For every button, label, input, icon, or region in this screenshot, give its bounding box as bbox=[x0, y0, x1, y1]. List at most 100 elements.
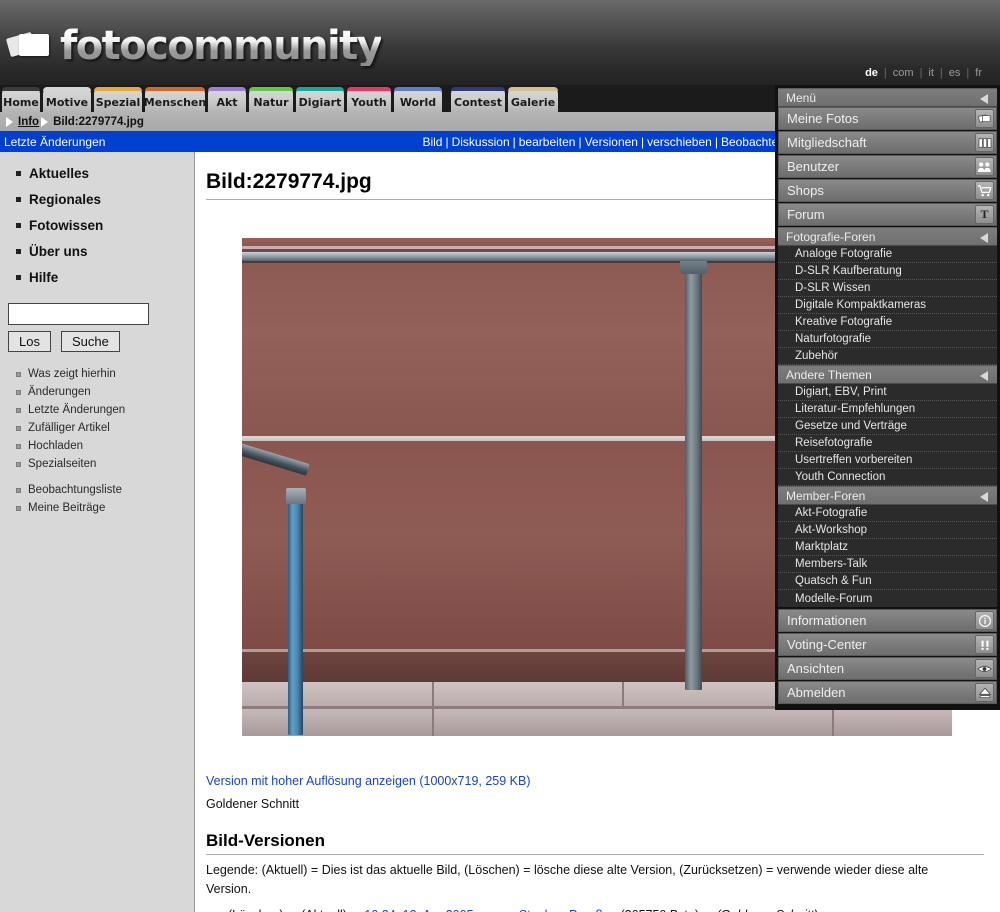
sidebar-link-letzte-aenderungen[interactable]: Letzte Änderungen bbox=[8, 404, 186, 416]
bullet-icon bbox=[16, 389, 21, 395]
submenu-members-talk[interactable]: Members-Talk bbox=[778, 556, 997, 573]
bullet-icon bbox=[16, 505, 21, 511]
submenu-usertreffen-vorbereiten[interactable]: Usertreffen vorbereiten bbox=[778, 452, 997, 469]
version-timestamp[interactable]: 10:34, 13. Apr 2005 bbox=[364, 908, 473, 912]
photo-right-post bbox=[685, 260, 702, 690]
site-logo[interactable]: fotocommunity bbox=[5, 26, 383, 66]
sidebar-link-beobachtungsliste[interactable]: Beobachtungsliste bbox=[8, 484, 186, 496]
submenu-dslr-kaufberatung[interactable]: D-SLR Kaufberatung bbox=[778, 263, 997, 280]
submenu-gesetze-und-vertraege[interactable]: Gesetze und Verträge bbox=[778, 418, 997, 435]
menu-group-label: Fotografie-Foren bbox=[786, 229, 876, 244]
submenu-zubehoer[interactable]: Zubehör bbox=[778, 348, 997, 365]
bullet-icon bbox=[16, 461, 21, 467]
menu-label: Informationen bbox=[787, 613, 867, 628]
sidebar-link-hochladen[interactable]: Hochladen bbox=[8, 440, 186, 452]
menu-item-ansichten[interactable]: Ansichten bbox=[778, 657, 997, 680]
menu-label: Ansichten bbox=[787, 661, 845, 676]
lang-es[interactable]: es bbox=[943, 67, 967, 79]
tab-menschen[interactable]: Menschen bbox=[144, 87, 206, 112]
menu-group-fotografie-foren[interactable]: Fotografie-Foren bbox=[778, 227, 997, 246]
submenu-modelle-forum[interactable]: Modelle-Forum bbox=[778, 590, 997, 607]
sidebar-item-ueber-uns[interactable]: Über uns bbox=[8, 244, 186, 259]
sidebar-item-hilfe[interactable]: Hilfe bbox=[8, 270, 186, 285]
menu-item-abmelden[interactable]: Abmelden bbox=[778, 681, 997, 704]
breadcrumb-item-info[interactable]: Info bbox=[18, 116, 39, 128]
menu-group-andere-themen[interactable]: Andere Themen bbox=[778, 365, 997, 384]
action-link-bearbeiten[interactable]: bearbeiten bbox=[519, 135, 576, 149]
sidebar-search-buttons: Los Suche bbox=[8, 331, 186, 352]
search-button-sidebar[interactable]: Suche bbox=[60, 331, 120, 352]
tab-spezial[interactable]: Spezial bbox=[94, 87, 142, 112]
submenu-dslr-wissen[interactable]: D-SLR Wissen bbox=[778, 280, 997, 297]
submenu-youth-connection[interactable]: Youth Connection bbox=[778, 469, 997, 486]
tab-youth[interactable]: Youth bbox=[347, 87, 391, 112]
tab-motive[interactable]: Motive bbox=[43, 87, 91, 112]
lang-de[interactable]: de bbox=[859, 67, 884, 79]
sidebar-link-zufaelliger-artikel[interactable]: Zufälliger Artikel bbox=[8, 422, 186, 434]
sidebar-item-label: Fotowissen bbox=[29, 218, 104, 233]
submenu-quatsch-und-fun[interactable]: Quatsch & Fun bbox=[778, 573, 997, 590]
breadcrumb-arrow-1 bbox=[6, 116, 13, 127]
submenu-label: Akt-Workshop bbox=[795, 524, 868, 536]
submenu-label: Quatsch & Fun bbox=[795, 575, 872, 587]
submenu-naturfotografie[interactable]: Naturfotografie bbox=[778, 331, 997, 348]
sidebar-link-was-zeigt-hierhin[interactable]: Was zeigt hierhin bbox=[8, 368, 186, 380]
language-switcher[interactable]: de | com | it | es | fr bbox=[859, 67, 988, 79]
right-menu-panel: Menü Meine Fotos Mitgliedschaft Benutzer… bbox=[775, 85, 1000, 710]
menu-item-meine-fotos[interactable]: Meine Fotos bbox=[778, 107, 997, 130]
action-link-versionen[interactable]: Versionen bbox=[585, 135, 638, 149]
highres-version-link[interactable]: Version mit hoher Auflösung anzeigen (10… bbox=[206, 774, 984, 788]
menu-label: Forum bbox=[787, 207, 825, 222]
sidebar-item-regionales[interactable]: Regionales bbox=[8, 192, 186, 207]
submenu-digitale-kompaktkameras[interactable]: Digitale Kompaktkameras bbox=[778, 297, 997, 314]
triangle-left-icon bbox=[980, 492, 988, 502]
sidebar-link-meine-beitraege[interactable]: Meine Beiträge bbox=[8, 502, 186, 514]
lang-it[interactable]: it bbox=[922, 67, 940, 79]
menu-item-benutzer[interactable]: Benutzer bbox=[778, 155, 997, 178]
version-current-flag: (Aktuell) bbox=[301, 908, 347, 912]
version-delete-action[interactable]: (Löschen) bbox=[228, 908, 284, 912]
sidebar-link-label: Hochladen bbox=[28, 440, 83, 452]
left-sidebar: Aktuelles Regionales Fotowissen Über uns… bbox=[0, 152, 195, 912]
menu-header-menue[interactable]: Menü bbox=[778, 88, 997, 107]
submenu-label: D-SLR Kaufberatung bbox=[795, 265, 902, 277]
action-link-diskussion[interactable]: Diskussion bbox=[452, 135, 510, 149]
sidebar-link-spezialseiten[interactable]: Spezialseiten bbox=[8, 458, 186, 470]
submenu-akt-workshop[interactable]: Akt-Workshop bbox=[778, 522, 997, 539]
version-comment: (Goldener Schnitt) bbox=[717, 908, 818, 912]
text-icon: T bbox=[975, 205, 994, 224]
tab-contest[interactable]: Contest bbox=[451, 87, 505, 112]
lang-com[interactable]: com bbox=[887, 67, 920, 79]
sidebar-item-aktuelles[interactable]: Aktuelles bbox=[8, 166, 186, 181]
sidebar-item-fotowissen[interactable]: Fotowissen bbox=[8, 218, 186, 233]
tab-digiart[interactable]: Digiart bbox=[296, 87, 344, 112]
submenu-kreative-fotografie[interactable]: Kreative Fotografie bbox=[778, 314, 997, 331]
tab-natur[interactable]: Natur bbox=[249, 87, 293, 112]
submenu-marktplatz[interactable]: Marktplatz bbox=[778, 539, 997, 556]
menu-item-informationen[interactable]: Informationen bbox=[778, 609, 997, 632]
tab-galerie[interactable]: Galerie bbox=[508, 87, 558, 112]
version-user-link[interactable]: Stephan Preuß bbox=[519, 908, 603, 912]
menu-group-member-foren[interactable]: Member-Foren bbox=[778, 486, 997, 505]
submenu-label: D-SLR Wissen bbox=[795, 282, 871, 294]
triangle-left-icon bbox=[980, 94, 988, 104]
menu-item-voting-center[interactable]: Voting-Center bbox=[778, 633, 997, 656]
menu-item-forum[interactable]: Forum T bbox=[778, 203, 997, 226]
submenu-literatur-empfehlungen[interactable]: Literatur-Empfehlungen bbox=[778, 401, 997, 418]
tab-home[interactable]: Home bbox=[2, 87, 40, 112]
sidebar-link-aenderungen[interactable]: Änderungen bbox=[8, 386, 186, 398]
tab-akt[interactable]: Akt bbox=[208, 87, 246, 112]
submenu-label: Reisefotografie bbox=[795, 437, 873, 449]
sidebar-search-input[interactable] bbox=[8, 303, 149, 325]
action-link-verschieben[interactable]: verschieben bbox=[647, 135, 712, 149]
menu-item-shops[interactable]: Shops bbox=[778, 179, 997, 202]
menu-item-mitgliedschaft[interactable]: Mitgliedschaft bbox=[778, 131, 997, 154]
lang-fr[interactable]: fr bbox=[969, 67, 988, 79]
submenu-analoge-fotografie[interactable]: Analoge Fotografie bbox=[778, 246, 997, 263]
tab-world[interactable]: World bbox=[394, 87, 442, 112]
action-link-bild[interactable]: Bild bbox=[422, 135, 442, 149]
go-button[interactable]: Los bbox=[8, 331, 51, 352]
submenu-reisefotografie[interactable]: Reisefotografie bbox=[778, 435, 997, 452]
submenu-akt-fotografie[interactable]: Akt-Fotografie bbox=[778, 505, 997, 522]
submenu-digiart-ebv-print[interactable]: Digiart, EBV, Print bbox=[778, 384, 997, 401]
